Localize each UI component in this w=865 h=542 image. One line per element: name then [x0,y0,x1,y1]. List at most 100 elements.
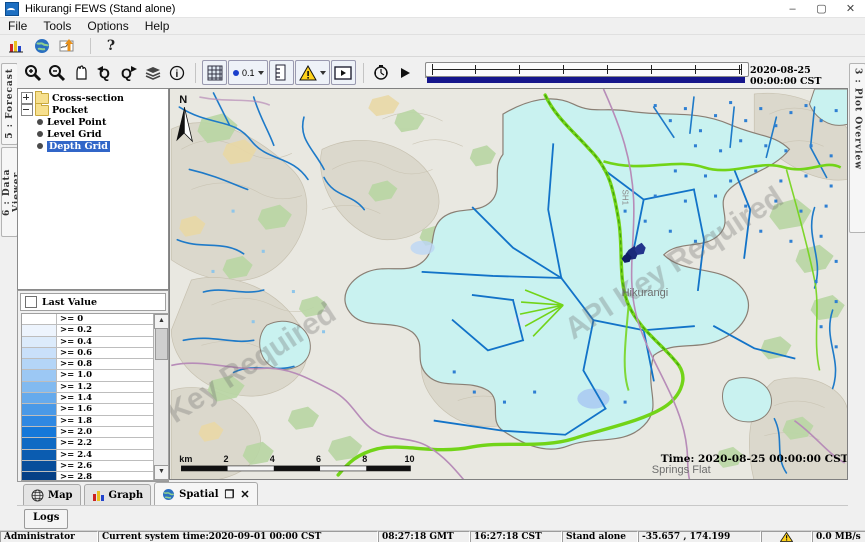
last-value-row: Last Value [20,293,166,311]
spatial-display-icon[interactable] [56,36,80,56]
tree-item-depth-grid[interactable]: Depth Grid [21,140,168,152]
play-button[interactable] [394,61,417,84]
last-value-label: Last Value [42,297,97,308]
legend-row: >= 0 [22,314,154,325]
status-coordinates: -35.657 , 174.199 [638,531,761,542]
toolbar-separator [195,63,196,83]
legend-row: >= 2.6 [22,461,154,472]
maximize-button[interactable]: ▢ [807,0,836,18]
tab-plot-overview[interactable]: 3 : Plot Overview [849,63,865,233]
menu-tools[interactable]: Tools [35,18,79,35]
globe-wire-icon [31,489,44,502]
road-label-sh1: SH1 [621,190,630,206]
tab-map[interactable]: Map [23,484,81,505]
svg-text:km: km [179,454,192,464]
legend-row: >= 2.4 [22,450,154,461]
chevron-down-icon [258,71,264,75]
zoom-out-icon[interactable] [45,61,68,84]
legend-row: >= 1.0 [22,370,154,381]
legend-row: >= 1.8 [22,416,154,427]
status-gmt-time: 08:27:18 GMT [378,531,470,542]
svg-text:Springs Flat: Springs Flat [652,464,711,476]
scroll-down-icon[interactable]: ▼ [154,465,169,480]
svg-text:N: N [179,94,187,106]
pane-close-icon[interactable]: ✕ [240,488,249,501]
legend-row: >= 2.2 [22,438,154,449]
legend-scrollbar[interactable]: ▲ ▼ [153,314,168,480]
svg-text:4: 4 [270,454,275,464]
timer-icon[interactable] [370,61,393,84]
tab-graph[interactable]: Graph [84,484,152,505]
pan-hand-icon[interactable] [69,61,92,84]
svg-text:Q: Q [121,65,132,81]
menu-file[interactable]: File [0,18,35,35]
legend-row: >= 0.8 [22,359,154,370]
timeline-slider[interactable] [425,62,749,77]
dot-scale-dropdown[interactable]: 0.1 [228,60,268,85]
legend-row: >= 2.8 [22,472,154,481]
status-system-time: Current system time:2020-09-01 00:00 CST [98,531,378,542]
tab-spatial[interactable]: Spatial ❐ ✕ [154,482,257,505]
scroll-thumb[interactable] [155,328,168,360]
menu-options[interactable]: Options [79,18,136,35]
legend-row: >= 1.4 [22,393,154,404]
scale-ruler-icon[interactable] [269,60,294,85]
tree-item-level-grid[interactable]: Level Grid [21,128,168,140]
graph-display-icon[interactable] [4,36,28,56]
title-bar: Hikurangi FEWS (Stand alone) – ▢ ✕ [0,0,865,18]
map-canvas[interactable]: SH1 [169,88,848,480]
map-display-icon[interactable] [30,36,54,56]
status-bar: Administrator Current system time:2020-0… [0,530,865,542]
close-button[interactable]: ✕ [836,0,865,18]
warning-dropdown[interactable] [295,60,330,85]
tree-item-level-point[interactable]: Level Point [21,116,168,128]
svg-text:8: 8 [362,454,367,464]
last-value-checkbox[interactable] [25,296,37,308]
main-toolbar: ? [0,35,865,57]
toolbar-separator [90,38,91,54]
chevron-down-icon [320,71,326,75]
menu-bar: File Tools Options Help [0,18,865,35]
layers-icon[interactable] [141,61,164,84]
legend-row: >= 2.0 [22,427,154,438]
help-button[interactable]: ? [99,36,123,56]
legend-row: >= 0.6 [22,348,154,359]
legend-row: >= 1.6 [22,404,154,415]
toolbar-separator [363,63,364,83]
status-warning-icon[interactable] [761,531,812,542]
right-dock-strip: 3 : Plot Overview [848,57,865,482]
zoom-next-icon[interactable]: Q [117,61,140,84]
tab-forecast[interactable]: 5 : Forecast [1,63,18,145]
layer-tree: Cross-section Pocket Level Point Level G… [17,88,169,290]
legend-row: >= 0.4 [22,337,154,348]
tab-data-viewer[interactable]: 6 : Data Viewer [1,147,18,237]
svg-text:i: i [175,69,178,80]
tree-item-cross-section[interactable]: Cross-section [21,92,168,104]
status-user: Administrator [0,531,98,542]
legend-row: >= 1.2 [22,382,154,393]
minimize-button[interactable]: – [778,0,807,18]
svg-text:10: 10 [404,454,414,464]
grid-layer-icon[interactable] [202,60,227,85]
timeline-extent-bar [427,77,745,83]
bullet-icon [37,143,43,149]
expand-icon[interactable] [21,92,33,104]
dot-scale-value: 0.1 [242,68,255,78]
status-download-rate: 0.0 MB/s [812,531,865,542]
legend-row: >= 0.2 [22,325,154,336]
left-dock-strip: 5 : Forecast 6 : Data Viewer [0,57,17,530]
animation-icon[interactable] [331,60,356,85]
legend-table: >= 0 >= 0.2 >= 0.4 >= 0.6 >= 0.8 >= 1.0 … [21,313,169,481]
zoom-previous-icon[interactable]: Q [93,61,116,84]
logs-button[interactable]: Logs [24,509,68,529]
bullet-icon [37,131,43,137]
pane-maximize-icon[interactable]: ❐ [225,488,235,501]
menu-help[interactable]: Help [137,18,178,35]
scroll-up-icon[interactable]: ▲ [154,314,169,329]
tree-item-pocket[interactable]: Pocket [21,104,168,116]
zoom-in-icon[interactable] [21,61,44,84]
logs-row: Logs [17,506,848,530]
collapse-icon[interactable] [21,104,33,116]
info-icon[interactable]: i [165,61,188,84]
folder-icon [35,105,49,116]
